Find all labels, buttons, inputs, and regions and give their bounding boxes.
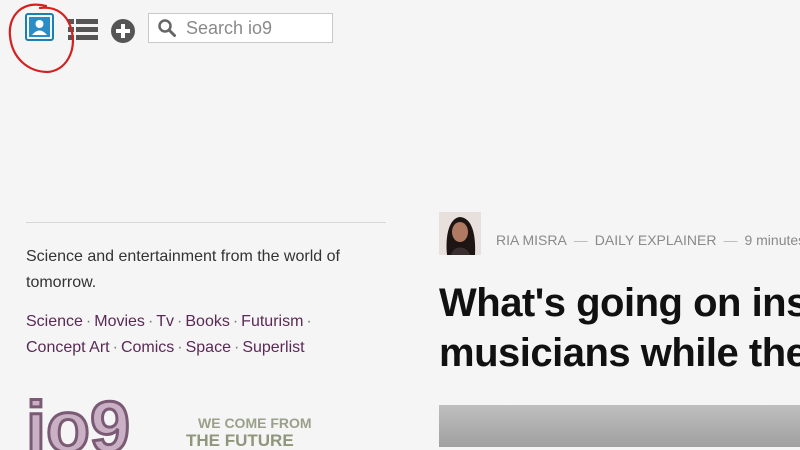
author-name[interactable]: RIA MISRA	[496, 232, 567, 248]
search-field[interactable]	[148, 13, 333, 43]
section-link-futurism[interactable]: Futurism	[241, 313, 303, 330]
post-category[interactable]: DAILY EXPLAINER	[595, 232, 717, 248]
post-headline[interactable]: What's going on inside musicians while t…	[439, 278, 800, 378]
io9-logo[interactable]: io9 WE COME FROM THE FUTURE	[26, 390, 326, 450]
section-link-space[interactable]: Space	[186, 339, 231, 356]
site-tagline: Science and entertainment from the world…	[26, 248, 340, 291]
article-post: RIA MISRA—DAILY EXPLAINER—9 minutes ago …	[439, 212, 800, 447]
author-avatar[interactable]	[439, 212, 481, 255]
post-timestamp[interactable]: 9 minutes ago	[744, 232, 800, 248]
top-toolbar	[0, 0, 800, 74]
add-circle-icon[interactable]	[110, 18, 136, 44]
section-link-books[interactable]: Books	[185, 313, 229, 330]
hamburger-menu-icon[interactable]	[68, 17, 98, 43]
section-link-science[interactable]: Science	[26, 313, 83, 330]
logo-wordmark: io9	[26, 390, 130, 450]
user-account-icon[interactable]	[25, 13, 54, 41]
logo-slogan-line1: WE COME FROM	[198, 415, 312, 431]
post-byline: RIA MISRA—DAILY EXPLAINER—9 minutes ago	[496, 232, 800, 248]
search-input[interactable]	[184, 16, 328, 40]
section-link-tv[interactable]: Tv	[156, 313, 174, 330]
post-hero-image[interactable]	[439, 405, 800, 447]
section-links: Science · Movies · Tv · Books · Futurism · Concept…	[26, 313, 312, 356]
section-link-concept-art[interactable]: Concept Art	[26, 339, 110, 356]
logo-slogan-line2: THE FUTURE	[186, 431, 294, 450]
sidebar-divider	[26, 222, 386, 223]
search-icon	[158, 19, 176, 37]
section-link-superlist[interactable]: Superlist	[242, 339, 304, 356]
section-link-comics[interactable]: Comics	[121, 339, 174, 356]
section-link-movies[interactable]: Movies	[94, 313, 145, 330]
